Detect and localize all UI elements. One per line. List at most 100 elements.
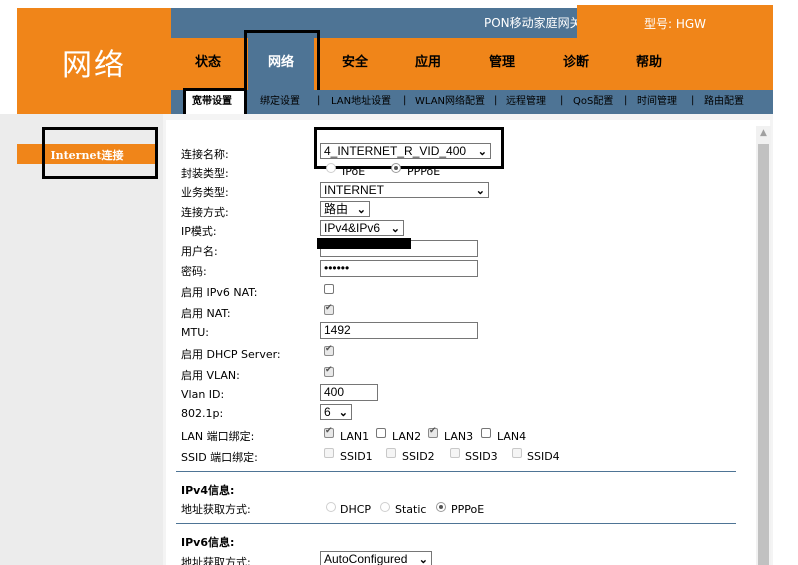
encap-label: 封装类型: [181, 167, 229, 180]
separator: | [691, 95, 695, 106]
ipv4-dhcp-label: DHCP [340, 503, 372, 516]
main-nav: 状态 网络 安全 应用 管理 诊断 帮助 [171, 30, 773, 94]
encap-pppoe-label: PPPoE [407, 165, 441, 178]
vlan-checkbox[interactable] [324, 365, 334, 377]
tab-diagnosis[interactable]: 诊断 [543, 38, 609, 90]
ssid2-checkbox[interactable] [386, 448, 396, 458]
ipv6nat-label: 启用 IPv6 NAT: [181, 286, 258, 299]
password-input[interactable]: •••••• [320, 260, 478, 277]
dot1p-value: 6 [324, 405, 331, 419]
subtab-route[interactable]: 路由配置 [704, 94, 744, 110]
vlan-label: 启用 VLAN: [181, 369, 240, 382]
chevron-down-icon: ⌄ [418, 554, 428, 565]
page-margin [773, 90, 798, 565]
tab-security[interactable]: 安全 [322, 38, 388, 90]
page-title: 网络 [62, 48, 126, 83]
ipv6-addr-label: 地址获取方式: [181, 556, 251, 565]
tab-help[interactable]: 帮助 [616, 38, 682, 90]
tab-application[interactable]: 应用 [395, 38, 461, 90]
subtab-wlan[interactable]: WLAN网络配置 [415, 94, 485, 110]
scrollbar[interactable]: ▲ [756, 126, 771, 565]
service-label: 业务类型: [181, 186, 229, 199]
tab-network[interactable]: 网络 [244, 30, 320, 94]
subtab-lan-address[interactable]: LAN地址设置 [331, 94, 391, 110]
ip-mode-select[interactable]: IPv4&IPv6 ⌄ [320, 220, 404, 236]
ssid1-checkbox[interactable] [324, 448, 334, 458]
ssid4-label: SSID4 [527, 450, 560, 463]
nat-checkbox[interactable] [324, 303, 334, 315]
vlanid-label: Vlan ID: [181, 388, 225, 401]
ipv4-pppoe-label: PPPoE [451, 503, 485, 516]
separator: | [494, 95, 498, 106]
conn-mode-label: 连接方式: [181, 206, 229, 219]
subtab-time[interactable]: 时间管理 [637, 94, 677, 110]
lan1-checkbox[interactable] [324, 426, 334, 438]
chevron-down-icon: ⌄ [338, 407, 348, 419]
password-label: 密码: [181, 265, 207, 278]
conn-mode-select[interactable]: 路由 ⌄ [320, 201, 370, 217]
sidebar-highlight [42, 127, 158, 179]
ssid3-checkbox[interactable] [450, 448, 460, 458]
username-label: 用户名: [181, 245, 218, 258]
scroll-up-icon[interactable]: ▲ [756, 128, 771, 140]
ssid2-label: SSID2 [402, 450, 435, 463]
chevron-down-icon: ⌄ [390, 223, 400, 235]
lan1-label: LAN1 [340, 430, 370, 443]
sidebar: Internet连接 [0, 114, 163, 565]
brand-block: 网络 [17, 8, 171, 114]
dhcp-label: 启用 DHCP Server: [181, 348, 281, 361]
form-panel: 连接名称: 4_INTERNET_R_VID_400 ⌄ 封装类型: IPoE P… [166, 120, 770, 565]
lan3-checkbox[interactable] [428, 426, 438, 438]
dot1p-select[interactable]: 6 ⌄ [320, 404, 352, 420]
ssid4-checkbox[interactable] [512, 448, 522, 458]
ipv4-static-label: Static [395, 503, 427, 516]
ipv4-addr-label: 地址获取方式: [181, 503, 251, 516]
ipv6nat-checkbox[interactable] [324, 284, 334, 294]
conn-name-highlight [314, 127, 504, 169]
model-label: 型号: HGW [643, 17, 707, 31]
lan3-label: LAN3 [444, 430, 474, 443]
divider [176, 523, 736, 524]
main-content: 连接名称: 4_INTERNET_R_VID_400 ⌄ 封装类型: IPoE P… [163, 114, 773, 565]
ipv6-addr-value: AutoConfigured [324, 552, 408, 565]
lan2-label: LAN2 [392, 430, 422, 443]
ip-mode-label: IP模式: [181, 225, 217, 238]
service-select[interactable]: INTERNET ⌄ [320, 182, 489, 198]
ipv4-static-radio[interactable] [380, 502, 390, 512]
subtab-qos[interactable]: QoS配置 [573, 94, 613, 110]
username-input[interactable] [317, 238, 478, 257]
subtab-remote[interactable]: 远程管理 [506, 94, 546, 110]
ipv4-pppoe-radio[interactable] [436, 502, 446, 512]
scrollbar-thumb[interactable] [758, 144, 769, 565]
lan4-label: LAN4 [497, 430, 527, 443]
subtab-binding[interactable]: 绑定设置 [260, 94, 300, 110]
vlanid-input[interactable]: 400 [320, 384, 378, 401]
encap-ipoe-radio[interactable] [326, 163, 336, 173]
lan-bind-label: LAN 端口绑定: [181, 430, 255, 443]
nat-label: 启用 NAT: [181, 307, 231, 320]
encap-pppoe-radio[interactable] [391, 163, 401, 173]
lan4-checkbox[interactable] [481, 428, 491, 438]
tab-status[interactable]: 状态 [175, 38, 241, 90]
sub-nav: 宽带设置 绑定设置 | LAN地址设置 | WLAN网络配置 | 远程管理 | … [171, 88, 773, 118]
mtu-input[interactable]: 1492 [320, 322, 478, 339]
gateway-label: PON移动家庭网关 [484, 16, 582, 30]
conn-mode-value: 路由 [324, 202, 349, 216]
mtu-label: MTU: [181, 326, 209, 339]
dhcp-checkbox[interactable] [324, 344, 334, 356]
ssid-bind-label: SSID 端口绑定: [181, 451, 258, 464]
tab-management[interactable]: 管理 [469, 38, 535, 90]
lan2-checkbox[interactable] [376, 428, 386, 438]
ssid1-label: SSID1 [340, 450, 373, 463]
separator: | [560, 95, 564, 106]
ipv4-section-title: IPv4信息: [181, 484, 235, 497]
ipv4-dhcp-radio[interactable] [326, 502, 336, 512]
redaction-bar [317, 238, 411, 249]
encap-ipoe-label: IPoE [342, 165, 366, 178]
conn-name-label: 连接名称: [181, 148, 229, 161]
ssid3-label: SSID3 [465, 450, 498, 463]
ipv6-section-title: IPv6信息: [181, 536, 235, 549]
subtab-broadband[interactable]: 宽带设置 [192, 94, 232, 110]
service-value: INTERNET [324, 183, 384, 197]
ipv6-addr-select[interactable]: AutoConfigured ⌄ [320, 551, 432, 565]
